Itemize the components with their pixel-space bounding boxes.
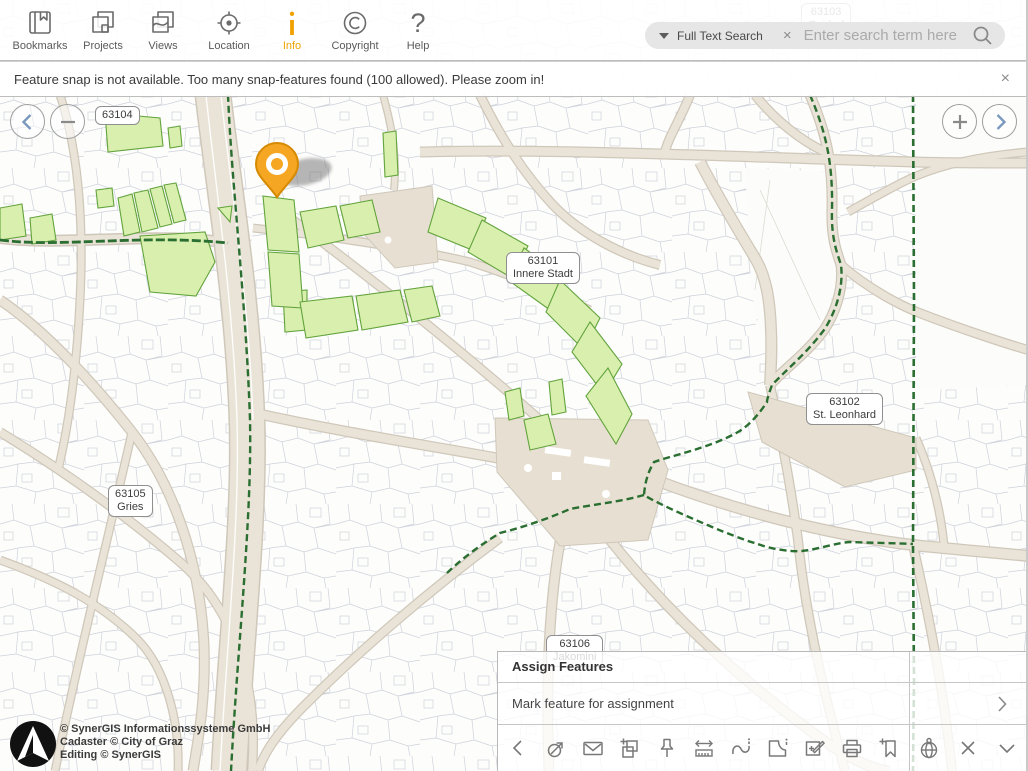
zoom-out-button[interactable] [50,104,85,139]
panel-title: Assign Features [498,652,1026,683]
toolbar-label: Location [208,40,250,52]
search-mode-selector[interactable]: Full Text Search [677,29,763,43]
north-compass-icon [8,719,58,769]
toolbar-label: Info [283,40,301,52]
application-window: 63104 63101Innere Stadt 63102St. Leonhar… [0,0,1028,771]
copy-features-icon [618,736,642,760]
zoom-in-button[interactable] [942,104,977,139]
search-clear-icon[interactable]: × [783,27,792,44]
district-label-63105: 63105Gries [108,485,153,517]
collapse-panel-button[interactable] [994,735,1020,761]
search-input[interactable] [802,26,970,45]
views-icon [148,8,178,38]
edit-redlining-icon [803,736,827,760]
info-icon [277,8,307,38]
toolbar-label: Views [148,40,177,52]
minus-icon [52,106,84,138]
chevron-left-icon [507,736,531,760]
map-attribution: © SynerGIS Informationssysteme GmbH Cada… [60,723,270,762]
measure-distance-icon [692,736,716,760]
toolbar-item-location[interactable]: Location [197,8,261,52]
search-bar: Full Text Search × [645,22,1005,49]
projects-icon [88,8,118,38]
copy-features-button[interactable] [617,735,643,761]
attribution-line: Editing © SynerGIS [60,749,270,762]
svg-text:?: ? [410,8,425,38]
notification-bar: Feature snap is not available. Too many … [0,61,1026,97]
pushpin-icon [655,736,679,760]
top-toolbar: Bookmarks Projects Views [0,0,1026,61]
search-mode-dropdown-caret-icon[interactable] [659,33,669,39]
toolbar-label: Copyright [331,40,378,52]
toolbar-item-help[interactable]: ? Help [386,8,450,52]
mail-icon [581,736,605,760]
globe-icon [917,736,941,760]
district-label-63101: 63101Innere Stadt [506,252,580,284]
notification-close-icon[interactable]: × [995,68,1016,90]
chevron-left-icon [12,106,44,138]
pin-feature-button[interactable] [654,735,680,761]
edit-redlining-button[interactable] [802,735,828,761]
measure-area-info-button[interactable] [765,735,791,761]
toolbar-label: Projects [83,40,123,52]
district-label-63104: 63104 [95,106,140,125]
mark-feature-row[interactable]: Mark feature for assignment [498,683,1026,725]
district-label-63102: 63102St. Leonhard [806,393,883,425]
chevron-right-icon[interactable] [990,692,1014,716]
toolbar-label: Help [407,40,430,52]
pan-right-button[interactable] [982,104,1017,139]
chevron-down-icon [995,736,1019,760]
print-button[interactable] [839,735,865,761]
toolbar-item-views[interactable]: Views [131,8,195,52]
measure-area-info-icon [766,736,790,760]
search-icon[interactable] [970,23,996,49]
toolbar-label: Bookmarks [12,40,67,52]
back-button[interactable] [506,735,532,761]
toolbar-item-info[interactable]: Info [260,8,324,52]
attribution-line: © SynerGIS Informationssysteme GmbH [60,723,270,736]
panel-toolbar [498,725,1026,771]
close-icon [956,736,980,760]
plus-icon [944,106,976,138]
redo-icon [544,736,568,760]
add-bookmark-icon [877,736,901,760]
help-icon: ? [403,8,433,38]
overview-globe-button[interactable] [916,735,942,761]
redo-button[interactable] [543,735,569,761]
add-bookmark-button[interactable] [876,735,902,761]
mark-feature-label: Mark feature for assignment [512,696,674,711]
send-mail-button[interactable] [580,735,606,761]
attribution-line: Cadaster © City of Graz [60,736,270,749]
toolbar-item-projects[interactable]: Projects [71,8,135,52]
notification-text: Feature snap is not available. Too many … [14,72,544,87]
copyright-icon [340,8,370,38]
measure-line-info-button[interactable] [728,735,754,761]
measure-line-info-icon [729,736,753,760]
assign-features-panel: Assign Features Mark feature for assignm… [497,651,1026,771]
toolbar-item-bookmarks[interactable]: Bookmarks [8,8,72,52]
pan-left-button[interactable] [10,104,45,139]
location-icon [214,8,244,38]
chevron-right-icon [984,106,1016,138]
toolbar-item-copyright[interactable]: Copyright [323,8,387,52]
print-icon [840,736,864,760]
close-panel-button[interactable] [955,735,981,761]
bookmarks-icon [25,8,55,38]
measure-distance-button[interactable] [691,735,717,761]
